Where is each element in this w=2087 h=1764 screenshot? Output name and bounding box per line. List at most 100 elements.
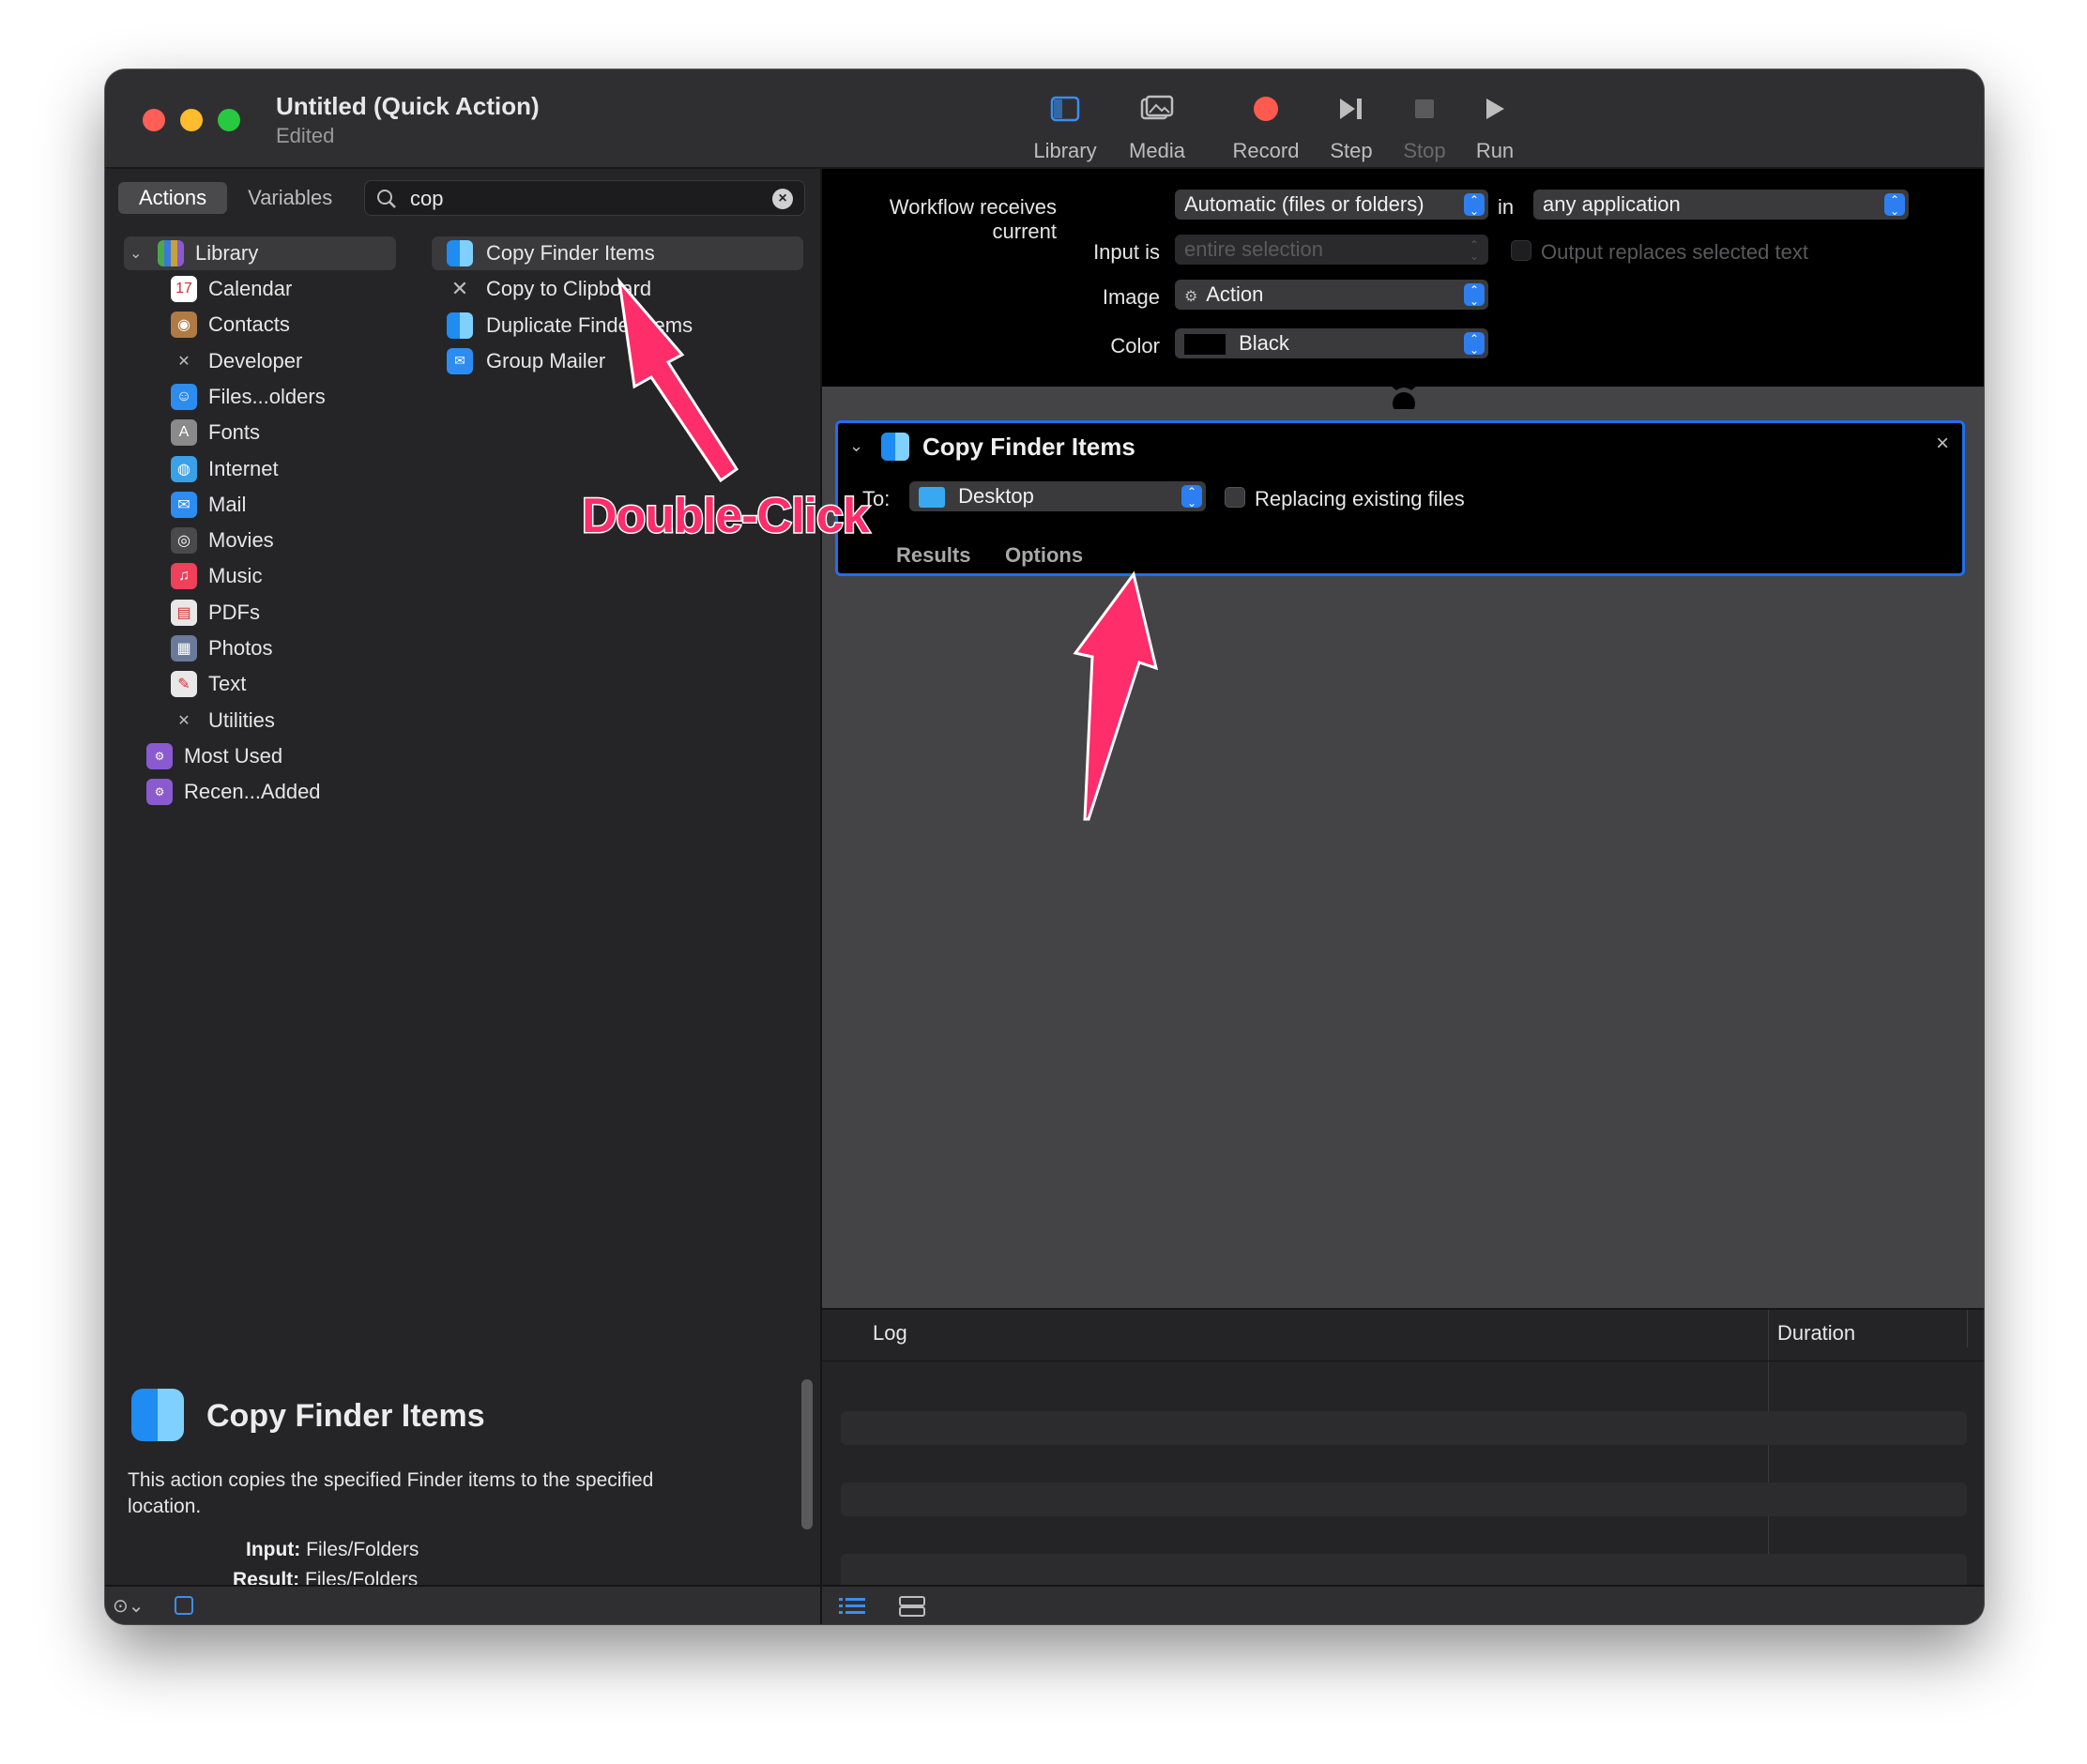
- result-item[interactable]: ✕ Copy to Clipboard: [432, 272, 803, 306]
- color-popup[interactable]: Black ⌃ ⌄: [1175, 328, 1488, 358]
- color-label: Color: [1110, 334, 1160, 357]
- tools-icon: ✕: [177, 353, 190, 370]
- sidebar-item-contacts[interactable]: ◉ Contacts: [171, 308, 290, 342]
- quicktime-icon: ◎: [171, 527, 197, 555]
- mail-icon: ✉: [171, 491, 197, 518]
- sidebar-item-fonts[interactable]: A Fonts: [171, 416, 260, 449]
- window-subtitle: Edited: [276, 124, 335, 147]
- input-is-value: entire selection: [1184, 237, 1323, 261]
- sidebar-item-label: Photos: [208, 636, 273, 660]
- list-view-icon[interactable]: [839, 1596, 865, 1617]
- media-toolbar-button[interactable]: Media: [1110, 90, 1204, 163]
- automator-window: Untitled (Quick Action) Edited Library M…: [105, 69, 1984, 1624]
- result-item[interactable]: Duplicate Finder Items: [432, 309, 803, 342]
- destination-popup[interactable]: Desktop ⌃ ⌄: [909, 481, 1206, 511]
- sidebar-item-utilities[interactable]: ✕ Utilities: [171, 704, 275, 738]
- result-item-label: Copy Finder Items: [486, 241, 655, 265]
- output-replaces-label: Output replaces selected text: [1541, 240, 1808, 264]
- gear-icon: ⚙: [1184, 289, 1198, 305]
- library-header-row[interactable]: ⌄ Library: [124, 236, 396, 270]
- destination-value: Desktop: [958, 484, 1034, 508]
- record-toolbar-button[interactable]: Record: [1219, 90, 1313, 163]
- tab-variables[interactable]: Variables: [227, 182, 353, 214]
- sidebar-item-text[interactable]: ✎ Text: [171, 667, 246, 701]
- options-tab[interactable]: Options: [1005, 543, 1083, 568]
- sidebar-item-most-used[interactable]: ⚙ Most Used: [146, 739, 282, 773]
- close-icon[interactable]: ×: [1936, 431, 1949, 457]
- action-menu-icon[interactable]: ⊙⌄: [113, 1594, 145, 1618]
- sidebar-item-calendar[interactable]: 17 Calendar: [171, 272, 292, 306]
- finder-icon: [447, 312, 473, 339]
- sidebar-item-label: Most Used: [184, 743, 283, 768]
- smart-folder-icon: ⚙: [146, 779, 173, 806]
- application-value: any application: [1543, 192, 1681, 216]
- results-tab[interactable]: Results: [896, 543, 970, 568]
- log-row: [841, 1483, 1967, 1516]
- replacing-checkbox[interactable]: [1225, 487, 1245, 508]
- sidebar-item-pdfs[interactable]: ▤ PDFs: [171, 596, 260, 630]
- sidebar-item-label: Calendar: [208, 277, 293, 300]
- split-view-icon[interactable]: [899, 1596, 925, 1617]
- log-row: [841, 1554, 1967, 1588]
- application-popup[interactable]: any application ⌃ ⌄: [1533, 190, 1909, 220]
- record-icon: [1219, 90, 1313, 128]
- sidebar-item-developer[interactable]: ✕ Developer: [171, 344, 302, 378]
- copy-finder-items-action[interactable]: ⌄ Copy Finder Items × To: Desktop ⌃ ⌄ Rep…: [835, 420, 1965, 576]
- sidebar-item-music[interactable]: ♫ Music: [171, 559, 262, 593]
- mail-icon: ✉: [447, 347, 473, 374]
- zoom-window-button[interactable]: [218, 109, 240, 131]
- sidebar-item-photos[interactable]: ▦ Photos: [171, 631, 273, 665]
- chevron-updown-icon: ⌃ ⌄: [1469, 238, 1480, 263]
- sidebar-item-movies[interactable]: ◎ Movies: [171, 524, 274, 557]
- sidebar-item-recen-added[interactable]: ⚙ Recen...Added: [146, 775, 321, 809]
- input-is-popup[interactable]: entire selection ⌃ ⌄: [1175, 235, 1488, 265]
- tab-actions[interactable]: Actions: [118, 182, 228, 214]
- window-title: Untitled (Quick Action): [276, 92, 540, 120]
- receives-popup[interactable]: Automatic (files or folders) ⌃ ⌄: [1175, 190, 1488, 220]
- workflow-canvas[interactable]: ⌄ Copy Finder Items × To: Desktop ⌃ ⌄ Rep…: [822, 381, 1984, 1308]
- image-label: Image: [1102, 285, 1160, 309]
- description-scrollbar[interactable]: [801, 1379, 813, 1529]
- image-popup[interactable]: ⚙ Action ⌃ ⌄: [1175, 280, 1488, 310]
- log-panel: Log Duration: [822, 1308, 1984, 1588]
- output-replaces-checkbox[interactable]: [1511, 240, 1531, 261]
- column-divider: [1967, 1310, 1968, 1347]
- chevron-down-icon[interactable]: ⌄: [129, 244, 148, 263]
- run-toolbar-label: Run: [1475, 139, 1515, 162]
- library-footer: ⊙⌄: [105, 1585, 822, 1624]
- result-item[interactable]: ✉ Group Mailer: [432, 344, 803, 378]
- run-toolbar-button[interactable]: Run: [1448, 90, 1542, 163]
- sidebar-item-mail[interactable]: ✉ Mail: [171, 488, 246, 522]
- minimize-window-button[interactable]: [180, 109, 203, 131]
- close-window-button[interactable]: [143, 109, 165, 131]
- double-click-annotation: Double-Click: [581, 488, 872, 545]
- sidebar-item-files-olders[interactable]: ☺ Files...olders: [171, 380, 326, 414]
- chevron-updown-icon: ⌃ ⌄: [1884, 193, 1905, 217]
- sidebar-item-label: Movies: [208, 528, 274, 553]
- log-column-header[interactable]: Log: [873, 1321, 907, 1346]
- sidebar-item-label: Files...olders: [208, 384, 326, 408]
- sidebar-item-label: Text: [208, 672, 247, 696]
- media-icon: [1110, 90, 1204, 128]
- description-toggle-icon[interactable]: [175, 1596, 193, 1615]
- input-is-label: Input is: [1093, 240, 1160, 264]
- sidebar-item-internet[interactable]: ◍ Internet: [171, 452, 279, 486]
- description-text: This action copies the specified Finder …: [128, 1469, 654, 1517]
- duration-column-header[interactable]: Duration: [1777, 1321, 1855, 1346]
- chevron-updown-icon: ⌃ ⌄: [1464, 283, 1485, 307]
- chevron-updown-icon: ⌃ ⌄: [1464, 193, 1485, 217]
- clear-search-icon[interactable]: ×: [772, 189, 793, 209]
- chevron-down-icon[interactable]: ⌄: [849, 436, 863, 456]
- search-input[interactable]: cop: [410, 187, 443, 211]
- finder-icon: ☺: [171, 383, 197, 410]
- sidebar-item-label: Internet: [208, 456, 279, 480]
- in-label: in: [1498, 195, 1515, 219]
- sidebar-item-label: Fonts: [208, 420, 261, 445]
- library-toolbar-button[interactable]: Library: [1018, 90, 1112, 163]
- actions-variables-segmented-control: Actions Variables: [118, 182, 353, 214]
- play-icon: [1448, 90, 1542, 128]
- result-item[interactable]: Copy Finder Items: [432, 236, 803, 270]
- folder-icon: [919, 487, 945, 509]
- search-field[interactable]: cop ×: [364, 180, 805, 216]
- description-input-value: Files/Folders: [306, 1539, 419, 1560]
